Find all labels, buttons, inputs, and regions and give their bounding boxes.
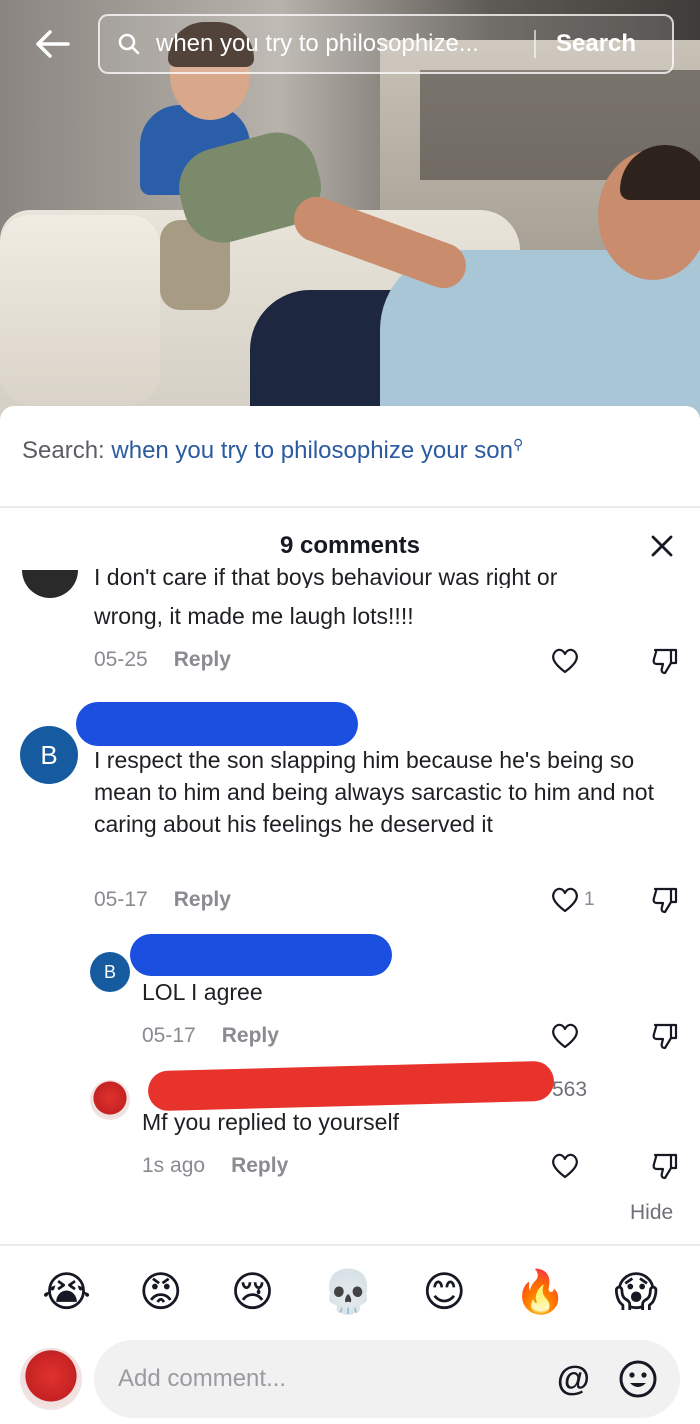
reply-button[interactable]: Reply bbox=[174, 648, 231, 671]
close-button[interactable] bbox=[640, 524, 684, 568]
username-fragment: 563 bbox=[552, 1078, 588, 1101]
comment-date: 05-25 bbox=[94, 648, 148, 671]
heart-icon[interactable] bbox=[550, 885, 580, 915]
divider bbox=[0, 1244, 700, 1246]
search-button[interactable]: Search bbox=[556, 30, 636, 58]
search-divider bbox=[534, 30, 536, 58]
dislike-icon[interactable] bbox=[650, 646, 680, 676]
reply-text: LOL I agree bbox=[142, 979, 263, 1005]
avatar[interactable] bbox=[90, 1080, 130, 1120]
hide-replies-button[interactable]: Hide bbox=[630, 1201, 673, 1225]
avatar[interactable]: B bbox=[90, 952, 130, 992]
scream-emoji-button[interactable]: 😱 bbox=[614, 1266, 658, 1318]
comment-text-partial: I don't care if that boys behaviour was … bbox=[94, 568, 558, 588]
angry-emoji-button[interactable]: 😡 bbox=[139, 1266, 183, 1318]
heart-icon[interactable] bbox=[550, 646, 580, 676]
heart-icon[interactable] bbox=[550, 1151, 580, 1181]
reply-button[interactable]: Reply bbox=[222, 1024, 279, 1047]
avatar[interactable]: B bbox=[20, 726, 78, 784]
search-bar[interactable]: when you try to philosophize... Search bbox=[98, 14, 674, 74]
comment-text: I respect the son slapping him because h… bbox=[94, 747, 654, 837]
back-button[interactable] bbox=[28, 20, 76, 68]
search-icon: ⚲ bbox=[512, 436, 524, 452]
reply-meta: 1s ago Reply bbox=[142, 1154, 288, 1178]
emoji-reaction-bar: 😭 😡 😢 💀 😊 🔥 😱 bbox=[0, 1266, 700, 1318]
video-couch-arm bbox=[0, 215, 160, 405]
reply-button[interactable]: Reply bbox=[231, 1154, 288, 1177]
avatar[interactable] bbox=[22, 570, 78, 598]
user-avatar[interactable] bbox=[20, 1348, 82, 1410]
dislike-icon[interactable] bbox=[650, 885, 680, 915]
redacted-username bbox=[130, 934, 392, 976]
add-comment-input[interactable]: Add comment... @ bbox=[94, 1340, 680, 1418]
comment-text: wrong, it made me laugh lots!!!! bbox=[94, 603, 414, 629]
close-icon bbox=[651, 535, 673, 557]
smiling-emoji-button[interactable]: 😊 bbox=[422, 1266, 466, 1318]
reply-meta: 05-17 Reply bbox=[142, 1024, 279, 1048]
reply-button[interactable]: Reply bbox=[174, 888, 231, 911]
reply-text: Mf you replied to yourself bbox=[142, 1109, 399, 1135]
like-count: 1 bbox=[584, 889, 595, 910]
skull-emoji-button[interactable]: 💀 bbox=[322, 1266, 374, 1318]
avatar-letter: B bbox=[40, 739, 58, 770]
dislike-icon[interactable] bbox=[650, 1021, 680, 1051]
dislike-icon[interactable] bbox=[650, 1151, 680, 1181]
heart-icon[interactable] bbox=[550, 1021, 580, 1051]
comments-count-title: 9 comments bbox=[279, 532, 421, 559]
avatar-letter: B bbox=[103, 961, 116, 982]
loudly-crying-emoji-button[interactable]: 😭 bbox=[42, 1266, 91, 1318]
arrow-left-icon bbox=[36, 30, 70, 58]
fire-emoji-button[interactable]: 🔥 bbox=[514, 1266, 566, 1318]
search-suggestion-label: Search: bbox=[22, 437, 112, 464]
search-suggestion[interactable]: Search: when you try to philosophize you… bbox=[22, 436, 523, 465]
redacted-username bbox=[147, 1060, 555, 1112]
emoji-picker-icon[interactable] bbox=[618, 1359, 658, 1399]
mention-button[interactable]: @ bbox=[557, 1360, 590, 1399]
comments-panel: Search: when you try to philosophize you… bbox=[0, 406, 700, 1424]
comment-meta: 05-25 Reply bbox=[94, 648, 231, 672]
reply-date: 05-17 bbox=[142, 1024, 196, 1047]
sad-emoji-button[interactable]: 😢 bbox=[231, 1266, 275, 1318]
search-query[interactable]: when you try to philosophize... bbox=[156, 30, 526, 58]
search-icon bbox=[118, 32, 142, 56]
reply-date: 1s ago bbox=[142, 1154, 206, 1177]
divider bbox=[0, 506, 700, 508]
comment-meta: 05-17 Reply bbox=[94, 888, 231, 912]
redacted-username bbox=[76, 702, 358, 746]
search-suggestion-term[interactable]: when you try to philosophize your son bbox=[111, 437, 513, 464]
add-comment-placeholder: Add comment... bbox=[118, 1365, 287, 1392]
comment-date: 05-17 bbox=[94, 888, 148, 911]
